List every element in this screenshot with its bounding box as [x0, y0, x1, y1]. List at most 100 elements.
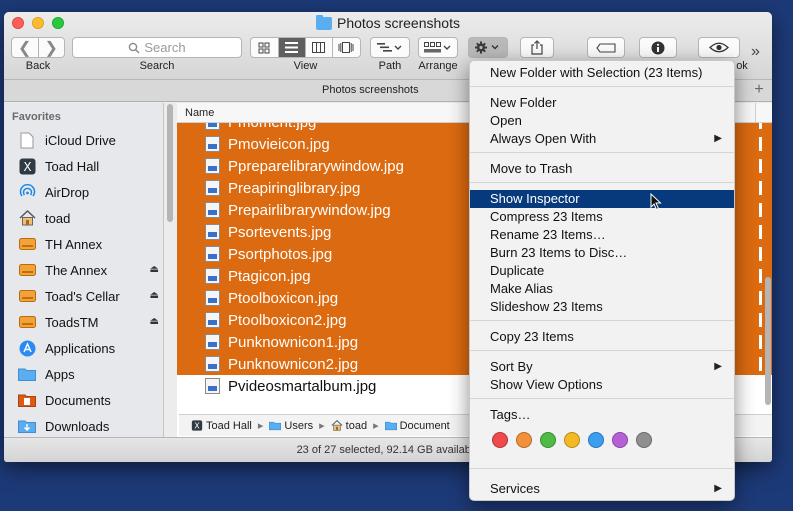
- tag-color-dot[interactable]: [540, 432, 556, 448]
- menu-item-label: Rename 23 Items…: [490, 227, 606, 242]
- menu-item-always-open-with[interactable]: Always Open With ▶: [470, 130, 734, 148]
- search-input[interactable]: Search: [72, 37, 242, 58]
- menu-item-services[interactable]: Services ▶: [470, 480, 734, 498]
- column-divider[interactable]: [755, 103, 756, 123]
- path-item[interactable]: X Toad Hall: [191, 420, 252, 432]
- menu-item-label: Tags…: [490, 407, 531, 422]
- row-edge-marker: [759, 225, 762, 239]
- zoom-window-button[interactable]: [52, 17, 64, 29]
- sidebar-item-toad-s-cellar[interactable]: Toad's Cellar ⏏: [18, 285, 164, 307]
- close-window-button[interactable]: [12, 17, 24, 29]
- menu-item-rename-23-items[interactable]: Rename 23 Items…: [470, 226, 734, 244]
- menu-item-compress-23-items[interactable]: Compress 23 Items: [470, 208, 734, 226]
- action-button[interactable]: [468, 37, 508, 58]
- eject-icon[interactable]: ⏏: [150, 316, 159, 327]
- menu-separator: [470, 350, 734, 351]
- sidebar-item-applications[interactable]: Applications: [18, 337, 164, 359]
- path-label: Path: [378, 60, 402, 72]
- sidebar-item-icloud-drive[interactable]: iCloud Drive: [18, 129, 164, 151]
- tag-color-dot[interactable]: [636, 432, 652, 448]
- menu-item-duplicate[interactable]: Duplicate: [470, 262, 734, 280]
- menu-item-show-view-options[interactable]: Show View Options: [470, 376, 734, 394]
- column-header-name[interactable]: Name: [185, 107, 214, 119]
- svg-text:X: X: [23, 160, 31, 174]
- forward-button[interactable]: ❯: [39, 38, 65, 57]
- sidebar-item-downloads[interactable]: Downloads: [18, 415, 164, 437]
- eye-icon: [709, 42, 729, 53]
- tag-color-dot[interactable]: [516, 432, 532, 448]
- tag-color-dot[interactable]: [492, 432, 508, 448]
- image-file-icon: [205, 290, 220, 306]
- search-label: Search: [139, 60, 175, 72]
- path-separator-icon: ▸: [319, 420, 325, 432]
- icon-view-button[interactable]: [251, 38, 279, 57]
- menu-separator: [470, 152, 734, 153]
- eject-icon[interactable]: ⏏: [150, 264, 159, 275]
- menu-item-make-alias[interactable]: Make Alias: [470, 280, 734, 298]
- sidebar-item-toadstm[interactable]: ToadsTM ⏏: [18, 311, 164, 333]
- path-item[interactable]: Users: [269, 420, 313, 432]
- vertical-scrollbar[interactable]: [765, 277, 771, 405]
- list-view-button[interactable]: [278, 38, 306, 57]
- quick-look-label: ok: [736, 60, 748, 72]
- menu-item-new-folder-with-selection-23-items[interactable]: New Folder with Selection (23 Items): [470, 64, 734, 82]
- sidebar-item-th-annex[interactable]: TH Annex: [18, 233, 164, 255]
- sidebar-item-airdrop[interactable]: AirDrop: [18, 181, 164, 203]
- arrange-button[interactable]: [418, 37, 458, 58]
- sidebar-item-label: Applications: [45, 340, 116, 356]
- menu-item-copy-23-items[interactable]: Copy 23 Items: [470, 328, 734, 346]
- tag-color-dot[interactable]: [612, 432, 628, 448]
- eject-icon[interactable]: ⏏: [150, 290, 159, 301]
- menu-item-tags[interactable]: Tags…: [470, 406, 734, 424]
- menu-item-move-to-trash[interactable]: Move to Trash: [470, 160, 734, 178]
- sidebar-scrollbar[interactable]: [167, 104, 173, 222]
- image-file-icon: [205, 246, 220, 262]
- mouse-cursor-icon: [650, 193, 662, 211]
- column-view-button[interactable]: [306, 38, 333, 57]
- get-info-button[interactable]: [639, 37, 677, 58]
- sidebar-item-label: toad: [45, 210, 71, 226]
- tag-icon: [596, 42, 616, 53]
- tag-button[interactable]: [587, 37, 625, 58]
- menu-item-new-folder[interactable]: New Folder: [470, 94, 734, 112]
- icon-grid-icon: [258, 42, 270, 53]
- sidebar-item-toad[interactable]: toad: [18, 207, 164, 229]
- tag-color-dot[interactable]: [564, 432, 580, 448]
- menu-item-burn-23-items-to-disc[interactable]: Burn 23 Items to Disc…: [470, 244, 734, 262]
- coverflow-view-button[interactable]: [333, 38, 360, 57]
- menu-item-label: New Folder: [490, 95, 557, 110]
- tag-color-picker: [492, 432, 652, 448]
- share-button[interactable]: [520, 37, 554, 58]
- row-edge-marker: [759, 159, 762, 173]
- sidebar-item-documents[interactable]: Documents: [18, 389, 164, 411]
- quick-look-button[interactable]: [698, 37, 740, 58]
- path-item[interactable]: toad: [331, 420, 367, 432]
- file-name: Prepairlibrarywindow.jpg: [228, 201, 391, 219]
- image-file-icon: [205, 378, 220, 394]
- minimize-window-button[interactable]: [32, 17, 44, 29]
- tag-color-dot[interactable]: [588, 432, 604, 448]
- sidebar-item-label: Toad's Cellar: [45, 288, 120, 304]
- menu-item-open[interactable]: Open: [470, 112, 734, 130]
- path-button[interactable]: [370, 37, 410, 58]
- menu-item-label: Services: [490, 481, 540, 496]
- path-item[interactable]: Document: [384, 420, 450, 432]
- menu-item-label: Duplicate: [490, 263, 545, 278]
- menu-item-slideshow-23-items[interactable]: Slideshow 23 Items: [470, 298, 734, 316]
- row-edge-marker: [759, 137, 762, 151]
- sidebar-item-label: Downloads: [45, 418, 110, 434]
- sidebar-item-apps[interactable]: Apps: [18, 363, 164, 385]
- menu-item-sort-by[interactable]: Sort By ▶: [470, 358, 734, 376]
- file-name: Ptoolboxicon.jpg: [228, 289, 339, 307]
- menu-item-label: Slideshow 23 Items: [490, 299, 603, 314]
- menu-item-show-inspector[interactable]: Show Inspector: [470, 190, 734, 208]
- new-tab-button[interactable]: +: [750, 81, 768, 100]
- folder-icon: [316, 14, 332, 30]
- window-title-text: Photos screenshots: [337, 15, 460, 31]
- toolbar-overflow-icon[interactable]: »: [751, 43, 760, 61]
- sidebar-item-label: Documents: [45, 392, 111, 408]
- back-button[interactable]: ❮: [12, 38, 39, 57]
- sidebar-item-the-annex[interactable]: The Annex ⏏: [18, 259, 164, 281]
- sidebar-item-toad-hall[interactable]: X Toad Hall: [18, 155, 164, 177]
- menu-separator: [470, 182, 734, 183]
